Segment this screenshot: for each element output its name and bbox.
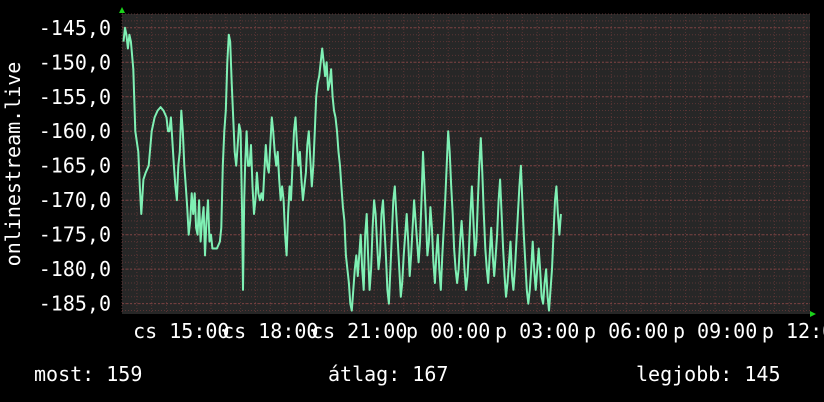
y-axis-arrow-icon — [119, 7, 125, 13]
best-value: 145 — [744, 362, 781, 386]
y-tick-label: -145,0 — [39, 16, 111, 40]
y-axis-ticks: -145,0 -150,0 -155,0 -160,0 -165,0 -170,0 -175… — [39, 16, 111, 316]
x-tick-label: p 09:00 — [673, 319, 757, 343]
x-axis-ticks: cs 15:00cs 18:00cs 21:00p 00:00 p 03:00 p … — [133, 319, 824, 343]
best-value-label: legjobb: — [636, 362, 733, 386]
current-value-label: most: — [34, 362, 95, 386]
x-tick-label: cs 18:00 — [222, 319, 318, 343]
y-tick-label: -165,0 — [39, 154, 111, 178]
y-tick-label: -160,0 — [39, 119, 111, 143]
current-value: 159 — [106, 362, 143, 386]
y-tick-label: -185,0 — [39, 292, 111, 316]
y-tick-label: -155,0 — [39, 85, 111, 109]
y-axis-label: onlinestream.live — [1, 62, 25, 267]
average-value: 167 — [412, 362, 449, 386]
best-value-stat: legjobb: 145 — [636, 362, 781, 386]
x-axis-arrow-icon — [810, 311, 816, 317]
y-tick-label: -175,0 — [39, 223, 111, 247]
y-tick-label: -170,0 — [39, 188, 111, 212]
x-tick-label: p 06:00 — [584, 319, 668, 343]
line-chart: -145,0 -150,0 -155,0 -160,0 -165,0 -170,0 -175… — [1, 7, 824, 343]
current-value-stat: most: 159 — [34, 362, 142, 386]
x-tick-label: p 00:00 — [406, 319, 490, 343]
x-tick-label: cs 15:00 — [133, 319, 229, 343]
x-tick-label: p 12:00 — [762, 319, 824, 343]
y-tick-label: -180,0 — [39, 257, 111, 281]
average-value-stat: átlag: 167 — [328, 362, 448, 386]
average-value-label: átlag: — [328, 362, 401, 386]
y-tick-label: -150,0 — [39, 50, 111, 74]
x-tick-label: cs 21:00 — [311, 319, 407, 343]
x-tick-label: p 03:00 — [495, 319, 579, 343]
